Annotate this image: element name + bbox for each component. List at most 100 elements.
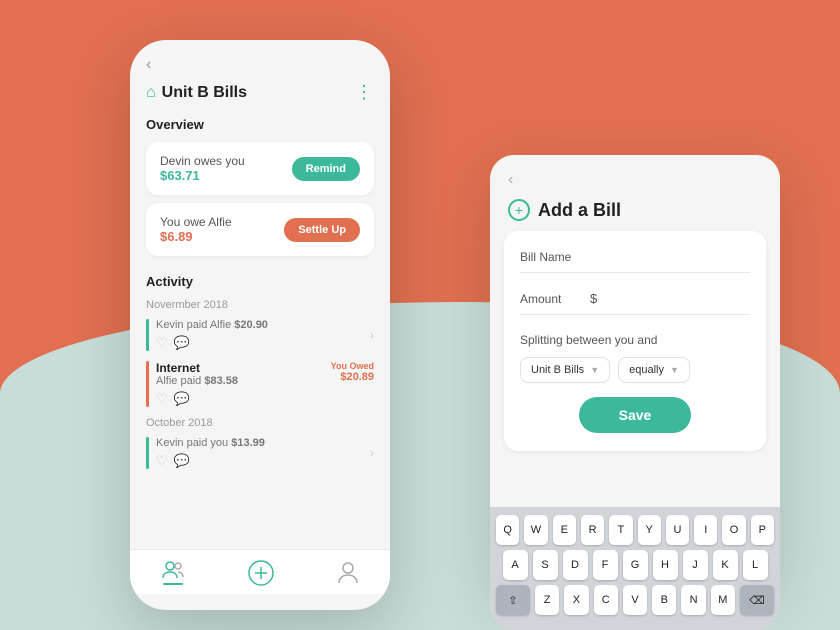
key-u[interactable]: U	[666, 515, 689, 545]
key-w[interactable]: W	[524, 515, 547, 545]
activity-item-2[interactable]: Internet Alfie paid $83.58 ♡ 💬 You Owed …	[146, 361, 374, 407]
alfie-amount: $6.89	[160, 229, 232, 244]
chevron-right-3: ›	[370, 446, 374, 460]
key-s[interactable]: S	[533, 550, 558, 580]
dollar-sign: $	[590, 291, 597, 306]
internet-subtitle: Alfie paid $83.58	[156, 375, 331, 387]
keyboard-row-3: ⇧ Z X C V B N M ⌫	[496, 585, 774, 615]
key-i[interactable]: I	[694, 515, 717, 545]
heart-icon-1[interactable]: ♡	[156, 335, 168, 351]
chevron-right-1: ›	[370, 328, 374, 342]
remind-button[interactable]: Remind	[292, 157, 360, 181]
nav-add[interactable]	[248, 560, 274, 586]
keyboard-row-1: Q W E R T Y U I O P	[496, 515, 774, 545]
activity-label: Activity	[146, 274, 374, 289]
splitting-label: Splitting between you and	[520, 333, 750, 347]
key-m[interactable]: M	[711, 585, 735, 615]
panel-back-button[interactable]: ‹	[508, 171, 762, 189]
key-b[interactable]: B	[652, 585, 676, 615]
devin-amount: $63.71	[160, 168, 245, 183]
alfie-card-content: You owe Alfie $6.89	[160, 215, 232, 244]
activity-item-1-content: Kevin paid Alfie $20.90 ♡ 💬	[156, 319, 366, 351]
red-border	[146, 361, 149, 407]
you-owe-text: You owe Alfie	[160, 215, 232, 229]
you-owed-amount: $20.89	[331, 371, 374, 383]
kevin-paid-you-text: Kevin paid you $13.99	[156, 437, 366, 449]
key-t[interactable]: T	[609, 515, 632, 545]
kevin-paid-text: Kevin paid Alfie $20.90	[156, 319, 366, 331]
add-circle-icon[interactable]: +	[508, 199, 530, 221]
month1-label: Novermber 2018	[146, 299, 374, 311]
key-backspace[interactable]: ⌫	[740, 585, 774, 615]
key-p[interactable]: P	[751, 515, 774, 545]
key-h[interactable]: H	[653, 550, 678, 580]
key-c[interactable]: C	[594, 585, 618, 615]
comment-icon-1[interactable]: 💬	[174, 335, 190, 351]
nav-profile[interactable]	[338, 562, 358, 584]
key-q[interactable]: Q	[496, 515, 519, 545]
key-l[interactable]: L	[743, 550, 768, 580]
heart-icon-2[interactable]: ♡	[156, 391, 168, 407]
amount-input[interactable]	[601, 291, 777, 306]
split-selects: Unit B Bills ▼ equally ▼	[520, 357, 750, 383]
alfie-card: You owe Alfie $6.89 Settle Up	[146, 203, 374, 256]
key-e[interactable]: E	[553, 515, 576, 545]
activity-item-2-content: Internet Alfie paid $83.58 ♡ 💬	[156, 361, 331, 407]
home-icon: ⌂	[146, 84, 156, 102]
heart-icon-3[interactable]: ♡	[156, 453, 168, 469]
activity-section: Activity Novermber 2018 Kevin paid Alfie…	[146, 274, 374, 479]
nav-indicator	[163, 583, 183, 585]
key-j[interactable]: J	[683, 550, 708, 580]
activity-item-1[interactable]: Kevin paid Alfie $20.90 ♡ 💬 ›	[146, 319, 374, 351]
back-button[interactable]: ‹	[146, 56, 374, 74]
comment-icon-2[interactable]: 💬	[174, 391, 190, 407]
nav-group[interactable]	[162, 561, 184, 585]
activity-icons-2: ♡ 💬	[156, 391, 331, 407]
unit-bills-select[interactable]: Unit B Bills ▼	[520, 357, 610, 383]
you-owed-block: You Owed $20.89	[331, 361, 374, 383]
bill-name-input[interactable]	[590, 249, 766, 264]
key-a[interactable]: A	[503, 550, 528, 580]
key-k[interactable]: K	[713, 550, 738, 580]
header-title-group: ⌂ Unit B Bills	[146, 84, 247, 102]
save-button[interactable]: Save	[579, 397, 692, 433]
equally-select[interactable]: equally ▼	[618, 357, 690, 383]
month3-label: October 2018	[146, 417, 374, 429]
bottom-nav	[130, 549, 390, 594]
key-n[interactable]: N	[681, 585, 705, 615]
key-z[interactable]: Z	[535, 585, 559, 615]
key-v[interactable]: V	[623, 585, 647, 615]
key-o[interactable]: O	[722, 515, 745, 545]
activity-item-3[interactable]: Kevin paid you $13.99 ♡ 💬 ›	[146, 437, 374, 469]
panel-title-row: + Add a Bill	[508, 199, 762, 221]
add-bill-form: Bill Name Amount $ Splitting between you…	[504, 231, 766, 451]
key-y[interactable]: Y	[638, 515, 661, 545]
key-x[interactable]: X	[564, 585, 588, 615]
panel-title: Add a Bill	[538, 200, 621, 221]
page-title: Unit B Bills	[162, 84, 247, 102]
panel-header: ‹ + Add a Bill	[490, 155, 780, 231]
left-phone: ‹ ⌂ Unit B Bills ⋮ Overview Devin owes y…	[130, 40, 390, 610]
menu-button[interactable]: ⋮	[355, 82, 374, 103]
devin-owes-text: Devin owes you	[160, 154, 245, 168]
key-d[interactable]: D	[563, 550, 588, 580]
activity-icons-1: ♡ 💬	[156, 335, 366, 351]
key-r[interactable]: R	[581, 515, 604, 545]
amount-row: Amount $	[520, 291, 750, 315]
amount-label: Amount	[520, 292, 590, 306]
comment-icon-3[interactable]: 💬	[174, 453, 190, 469]
you-owed-label: You Owed	[331, 361, 374, 371]
activity-item-3-content: Kevin paid you $13.99 ♡ 💬	[156, 437, 366, 469]
overview-label: Overview	[146, 117, 374, 132]
chevron-down-icon-2: ▼	[670, 365, 679, 375]
bill-name-row: Bill Name	[520, 249, 750, 273]
unit-bills-label: Unit B Bills	[531, 364, 584, 376]
settle-up-button[interactable]: Settle Up	[284, 218, 360, 242]
key-f[interactable]: F	[593, 550, 618, 580]
key-shift[interactable]: ⇧	[496, 585, 530, 615]
keyboard: Q W E R T Y U I O P A S D F G H J K L ⇧ …	[490, 507, 780, 630]
key-g[interactable]: G	[623, 550, 648, 580]
equally-label: equally	[629, 364, 664, 376]
keyboard-row-2: A S D F G H J K L	[496, 550, 774, 580]
devin-card-content: Devin owes you $63.71	[160, 154, 245, 183]
